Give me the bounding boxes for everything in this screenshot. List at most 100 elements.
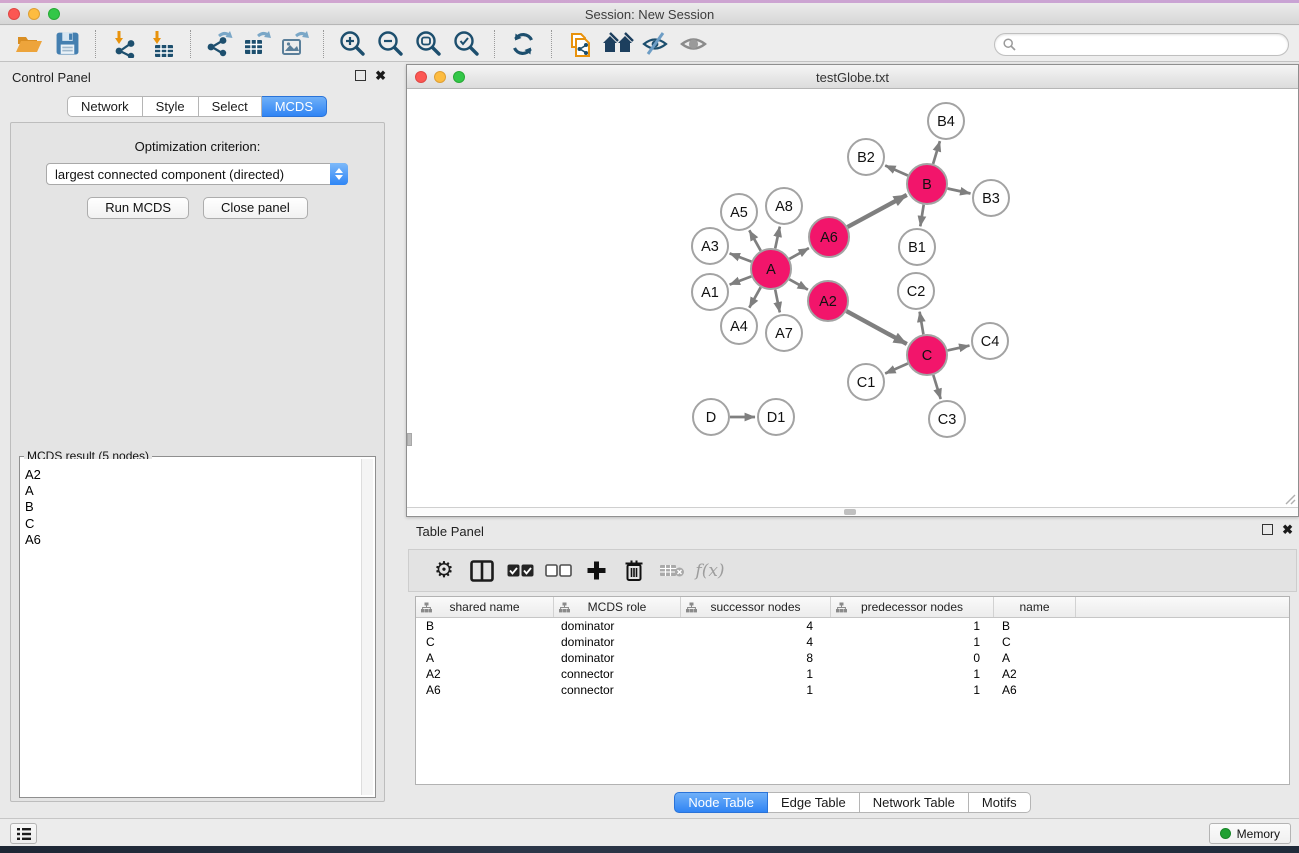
tab-select[interactable]: Select	[199, 96, 262, 117]
mcds-result-item[interactable]: A	[25, 483, 358, 499]
tab-style[interactable]: Style	[143, 96, 199, 117]
table-cell[interactable]: connector	[554, 666, 681, 682]
table-cell[interactable]: connector	[554, 682, 681, 698]
graph-edge[interactable]	[933, 141, 940, 164]
new-network-from-selection-button[interactable]	[561, 28, 599, 60]
graph-node[interactable]: B1	[899, 229, 935, 265]
table-cell[interactable]: 1	[831, 634, 994, 650]
graph-node[interactable]: A4	[721, 308, 757, 344]
column-header-predecessor-nodes[interactable]: predecessor nodes	[831, 597, 994, 617]
graph-edge[interactable]	[846, 311, 906, 344]
task-history-button[interactable]	[10, 823, 37, 844]
table-cell[interactable]: 8	[681, 650, 831, 666]
graph-edge[interactable]	[775, 227, 780, 249]
table-row[interactable]: A6connector11A6	[416, 682, 1289, 698]
graph-edge[interactable]	[848, 195, 907, 227]
select-all-columns-button[interactable]	[501, 553, 539, 589]
memory-button[interactable]: Memory	[1209, 823, 1291, 844]
graph-node[interactable]: C	[907, 335, 947, 375]
close-panel-icon[interactable]: ✖	[375, 70, 386, 81]
graph-node[interactable]: B4	[928, 103, 964, 139]
table-cell[interactable]: 1	[681, 682, 831, 698]
run-mcds-button[interactable]: Run MCDS	[87, 197, 189, 219]
criterion-select[interactable]: largest connected component (directed)	[46, 163, 348, 185]
table-cell[interactable]: A6	[994, 682, 1076, 698]
graph-node[interactable]: A1	[692, 274, 728, 310]
graph-node[interactable]: D1	[758, 399, 794, 435]
graph-node[interactable]: B	[907, 164, 947, 204]
graph-node[interactable]: D	[693, 399, 729, 435]
table-row[interactable]: Adominator80A	[416, 650, 1289, 666]
graph-edge[interactable]	[749, 287, 760, 307]
graph-edge[interactable]	[775, 290, 780, 313]
graph-edge[interactable]	[933, 375, 940, 399]
table-cell[interactable]: 1	[831, 618, 994, 634]
mcds-result-item[interactable]: A2	[25, 467, 358, 483]
table-cell[interactable]: 1	[681, 666, 831, 682]
hide-graphics-details-button[interactable]	[637, 28, 675, 60]
mcds-result-item[interactable]: A6	[25, 532, 358, 548]
deselect-all-columns-button[interactable]	[539, 553, 577, 589]
table-cell[interactable]: C	[416, 634, 554, 650]
graph-edge[interactable]	[789, 248, 809, 259]
graph-edge[interactable]	[749, 230, 760, 250]
zoom-fit-button[interactable]	[409, 28, 447, 60]
graph-edge[interactable]	[948, 346, 970, 351]
table-cell[interactable]: 4	[681, 618, 831, 634]
graph-node[interactable]: A7	[766, 315, 802, 351]
table-cell[interactable]: A	[416, 650, 554, 666]
delete-column-button[interactable]	[615, 553, 653, 589]
graph-node[interactable]: A6	[809, 217, 849, 257]
table-cell[interactable]: 4	[681, 634, 831, 650]
first-neighbors-button[interactable]	[599, 28, 637, 60]
float-table-panel-icon[interactable]	[1262, 524, 1273, 535]
search-input[interactable]	[1021, 38, 1280, 52]
tab-mcds[interactable]: MCDS	[262, 96, 327, 117]
column-header-name[interactable]: name	[994, 597, 1076, 617]
table-cell[interactable]: dominator	[554, 650, 681, 666]
zoom-in-button[interactable]	[333, 28, 371, 60]
function-builder-button[interactable]: f(x)	[691, 553, 729, 589]
network-window-titlebar[interactable]: testGlobe.txt	[407, 65, 1298, 89]
table-cell[interactable]: A2	[994, 666, 1076, 682]
float-panel-icon[interactable]	[355, 70, 366, 81]
table-cell[interactable]: dominator	[554, 634, 681, 650]
create-column-button[interactable]	[577, 553, 615, 589]
graph-edge[interactable]	[730, 253, 752, 261]
tab-node-table[interactable]: Node Table	[674, 792, 768, 813]
tab-network-table[interactable]: Network Table	[860, 792, 969, 813]
graph-node[interactable]: C3	[929, 401, 965, 437]
resize-grip-icon[interactable]	[1284, 493, 1296, 505]
table-cell[interactable]: B	[416, 618, 554, 634]
result-list-scrollbar[interactable]	[361, 459, 373, 795]
column-header-successor-nodes[interactable]: successor nodes	[681, 597, 831, 617]
table-row[interactable]: Bdominator41B	[416, 618, 1289, 634]
graph-node[interactable]: C2	[898, 273, 934, 309]
column-header-MCDS-role[interactable]: MCDS role	[554, 597, 681, 617]
mcds-result-item[interactable]: B	[25, 499, 358, 515]
graph-node[interactable]: B2	[848, 139, 884, 175]
mcds-result-item[interactable]: C	[25, 516, 358, 532]
table-cell[interactable]: 1	[831, 666, 994, 682]
table-row[interactable]: A2connector11A2	[416, 666, 1289, 682]
graph-node[interactable]: C1	[848, 364, 884, 400]
network-vertical-scrollbar-thumb[interactable]	[407, 433, 412, 446]
refresh-button[interactable]	[504, 28, 542, 60]
graph-edge[interactable]	[885, 166, 908, 176]
column-header-shared-name[interactable]: shared name	[416, 597, 554, 617]
import-network-button[interactable]	[105, 28, 143, 60]
graph-edge[interactable]	[920, 312, 924, 335]
delete-table-button[interactable]	[653, 553, 691, 589]
graph-node[interactable]: A5	[721, 194, 757, 230]
network-horizontal-scrollbar[interactable]	[407, 507, 1298, 515]
graph-edge[interactable]	[948, 189, 971, 194]
graph-edge[interactable]	[730, 276, 752, 284]
table-cell[interactable]: C	[994, 634, 1076, 650]
export-table-button[interactable]	[238, 28, 276, 60]
table-cell[interactable]: 1	[831, 682, 994, 698]
tab-network[interactable]: Network	[67, 96, 143, 117]
export-image-button[interactable]	[276, 28, 314, 60]
search-field[interactable]	[994, 33, 1289, 56]
table-cell[interactable]: B	[994, 618, 1076, 634]
import-table-button[interactable]	[143, 28, 181, 60]
